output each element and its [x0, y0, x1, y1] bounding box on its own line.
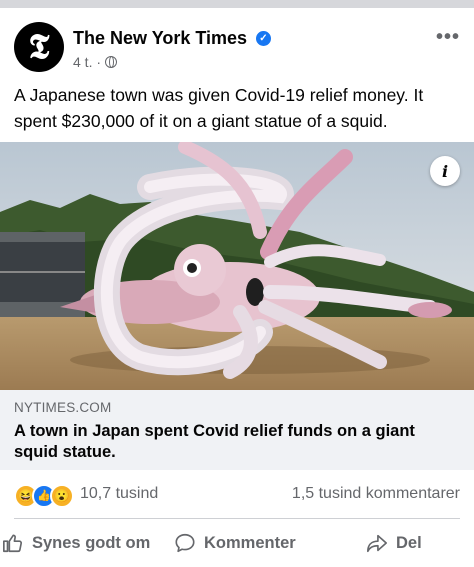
post-header: 𝕿 The New York Times ✓ 4 t. · •••: [0, 8, 474, 78]
thumbs-up-icon: [3, 534, 22, 553]
post-time[interactable]: 4 t. ·: [73, 54, 101, 70]
share-button[interactable]: Del: [366, 532, 422, 554]
divider: [14, 518, 460, 519]
share-arrow-icon: [367, 534, 387, 553]
comment-bubble-icon: [175, 533, 195, 553]
link-domain: NYTIMES.COM: [14, 400, 112, 415]
more-options-button[interactable]: •••: [436, 26, 460, 49]
comment-count[interactable]: 1,5 tusind kommentarer: [292, 485, 460, 503]
post-meta: 4 t. ·: [73, 54, 118, 70]
post-actions: Synes godt om Kommenter Del: [0, 522, 474, 567]
info-button[interactable]: i: [430, 156, 460, 186]
globe-icon: [105, 56, 118, 68]
like-label: Synes godt om: [32, 533, 151, 552]
top-divider-bar: [0, 0, 474, 8]
page-name-link[interactable]: The New York Times: [73, 28, 247, 49]
page-avatar[interactable]: 𝕿: [14, 22, 64, 72]
reaction-icons[interactable]: 😆 👍 😮: [14, 484, 74, 508]
post-text: A Japanese town was given Covid-19 relie…: [14, 85, 424, 131]
reaction-count[interactable]: 10,7 tusind: [80, 485, 158, 503]
post-stats: 😆 👍 😮 10,7 tusind 1,5 tusind kommentarer: [0, 478, 474, 510]
post-image[interactable]: i: [0, 142, 474, 390]
link-preview[interactable]: NYTIMES.COM A town in Japan spent Covid …: [0, 390, 474, 470]
squid-statue-image: [0, 142, 474, 390]
link-headline[interactable]: A town in Japan spent Covid relief funds…: [14, 421, 454, 463]
comment-button[interactable]: Kommenter: [174, 532, 296, 554]
share-label: Del: [396, 533, 422, 552]
comment-label: Kommenter: [204, 533, 296, 552]
like-button[interactable]: Synes godt om: [2, 532, 150, 554]
verified-badge-icon: ✓: [256, 31, 271, 46]
wow-reaction-icon: 😮: [50, 484, 74, 508]
